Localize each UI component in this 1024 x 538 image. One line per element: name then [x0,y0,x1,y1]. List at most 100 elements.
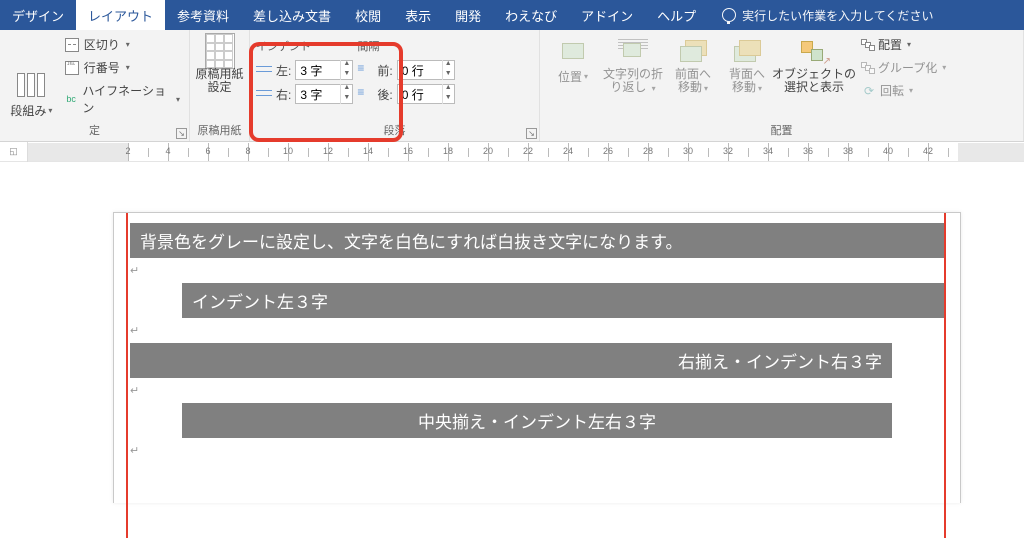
send-backward-button[interactable]: 背面へ 移動▾ [720,33,774,95]
tab-references[interactable]: 参考資料 [165,0,241,30]
margin-line-left [126,213,128,538]
chevron-down-icon: ▾ [584,72,588,81]
wrap-text-button[interactable]: 文字列の折 り返し ▾ [600,33,666,95]
position-label: 位置 [558,68,582,85]
tab-waenabi[interactable]: わえなび [493,0,569,30]
ruler-row: ◱ 24681012141618202224262830323436384042 [0,142,1024,162]
columns-button[interactable]: 段組み▾ [6,67,57,119]
tab-mailings[interactable]: 差し込み文書 [241,0,343,30]
arrange-group-label: 配置 [546,120,1017,141]
document-area[interactable]: 背景色をグレーに設定し、文字を白色にすれば白抜き文字になります。 ↵ インデント… [0,162,1024,538]
tab-design[interactable]: デザイン [0,0,76,30]
ribbon: 段組み▾ 区切り▾ 行番号▾ bc ハイフネーション▾ 定 ↘ [0,30,1024,142]
indent-header: インデント [256,38,353,54]
doc-line-4[interactable]: 中央揃え・インデント左右３字 [182,403,892,438]
group-arrange: 位置▾ 文字列の折 り返し ▾ 前面へ 移動▾ 背面へ 移動▾ ↗ オブジェクト… [540,30,1024,141]
align-button[interactable]: 配置▾ [858,35,949,54]
selection-pane-icon: ↗ [799,37,829,65]
lightbulb-icon [722,8,736,22]
group-objects-button[interactable]: グループ化 ▾ [858,58,949,77]
rotate-button[interactable]: ⟳ 回転▾ [858,81,949,100]
paragraph-mark: ↵ [130,264,944,277]
indent-left-icon [256,63,272,77]
tab-layout[interactable]: レイアウト [76,0,165,30]
chevron-down-icon: ▾ [704,84,708,93]
page-setup-launcher[interactable]: ↘ [176,128,187,139]
spin-down[interactable]: ▼ [340,70,352,80]
chevron-down-icon: ▾ [652,84,656,93]
indent-right-input[interactable] [296,87,340,101]
tab-review[interactable]: 校閲 [343,0,393,30]
indent-right-icon [256,87,272,101]
chevron-down-icon: ▾ [126,63,130,72]
margin-line-right [944,213,946,538]
breaks-label: 区切り [84,36,120,53]
tab-view[interactable]: 表示 [393,0,443,30]
break-icon [65,38,79,52]
genkou-group-label: 原稿用紙 [196,120,243,141]
space-before-spinner[interactable]: ▲▼ [397,60,455,80]
horizontal-ruler[interactable]: 24681012141618202224262830323436384042 [28,143,1024,161]
chevron-down-icon: ▾ [48,106,52,115]
tell-me-label: 実行したい作業を入力してください [742,7,933,24]
tab-addins[interactable]: アドイン [569,0,645,30]
indent-right-spinner[interactable]: ▲▼ [295,84,353,104]
group-objects-label: グループ化 [878,59,937,76]
doc-line-3[interactable]: 右揃え・インデント右３字 [130,343,892,378]
align-icon [861,39,875,51]
ruler-corner[interactable]: ◱ [0,142,28,162]
indent-left-input[interactable] [296,63,340,77]
selection-pane-button[interactable]: ↗ オブジェクトの 選択と表示 [774,33,854,94]
indent-left-label: 左: [276,62,291,79]
bring-forward-button[interactable]: 前面へ 移動▾ [666,33,720,95]
genkou-icon [205,33,235,69]
paragraph-mark: ↵ [130,384,944,397]
spin-down[interactable]: ▼ [340,94,352,104]
paragraph-mark: ↵ [130,444,944,457]
breaks-button[interactable]: 区切り ▾ [61,35,183,54]
group-genkou: 原稿用紙 設定 原稿用紙 [190,30,250,141]
spin-down[interactable]: ▼ [442,94,454,104]
selection-pane-label: オブジェクトの 選択と表示 [772,68,856,94]
position-button[interactable]: 位置▾ [546,33,600,85]
doc-line-1[interactable]: 背景色をグレーに設定し、文字を白色にすれば白抜き文字になります。 [130,223,944,258]
rotate-icon: ⟳ [861,83,877,99]
page: 背景色をグレーに設定し、文字を白色にすれば白抜き文字になります。 ↵ インデント… [113,212,961,503]
chevron-down-icon: ▾ [909,86,913,95]
group-paragraph: インデント 間隔 左: ▲▼ 前: ▲▼ 右: ▲▼ [250,30,540,141]
paragraph-group-label: 段落 [256,120,533,141]
space-before-icon [357,63,373,77]
columns-icon [17,73,45,97]
space-after-icon [357,87,373,101]
hyphenation-button[interactable]: bc ハイフネーション▾ [61,81,183,117]
indent-left-spinner[interactable]: ▲▼ [295,60,353,80]
send-backward-icon [732,37,762,65]
page-setup-group-label: 定 [6,120,183,141]
spin-down[interactable]: ▼ [442,70,454,80]
space-before-input[interactable] [398,63,442,77]
columns-label: 段組み [10,102,46,119]
indent-right-label: 右: [276,86,291,103]
spin-up[interactable]: ▲ [442,84,454,94]
space-after-label: 後: [377,86,392,103]
space-before-label: 前: [377,62,392,79]
group-icon [861,62,875,74]
chevron-down-icon: ▾ [126,40,130,49]
space-after-input[interactable] [398,87,442,101]
chevron-down-icon: ▾ [942,63,946,72]
spin-up[interactable]: ▲ [340,60,352,70]
spin-up[interactable]: ▲ [340,84,352,94]
tab-help[interactable]: ヘルプ [645,0,708,30]
doc-line-2[interactable]: インデント左３字 [182,283,944,318]
wrap-icon [618,37,648,65]
tell-me-search[interactable]: 実行したい作業を入力してください [708,0,933,30]
chevron-down-icon: ▾ [907,40,911,49]
genkou-button[interactable]: 原稿用紙 設定 [193,33,247,94]
line-numbers-button[interactable]: 行番号▾ [61,58,183,77]
position-icon [558,37,588,65]
spin-up[interactable]: ▲ [442,60,454,70]
paragraph-launcher[interactable]: ↘ [526,128,537,139]
space-after-spinner[interactable]: ▲▼ [397,84,455,104]
genkou-label: 原稿用紙 設定 [196,68,244,94]
tab-developer[interactable]: 開発 [443,0,493,30]
